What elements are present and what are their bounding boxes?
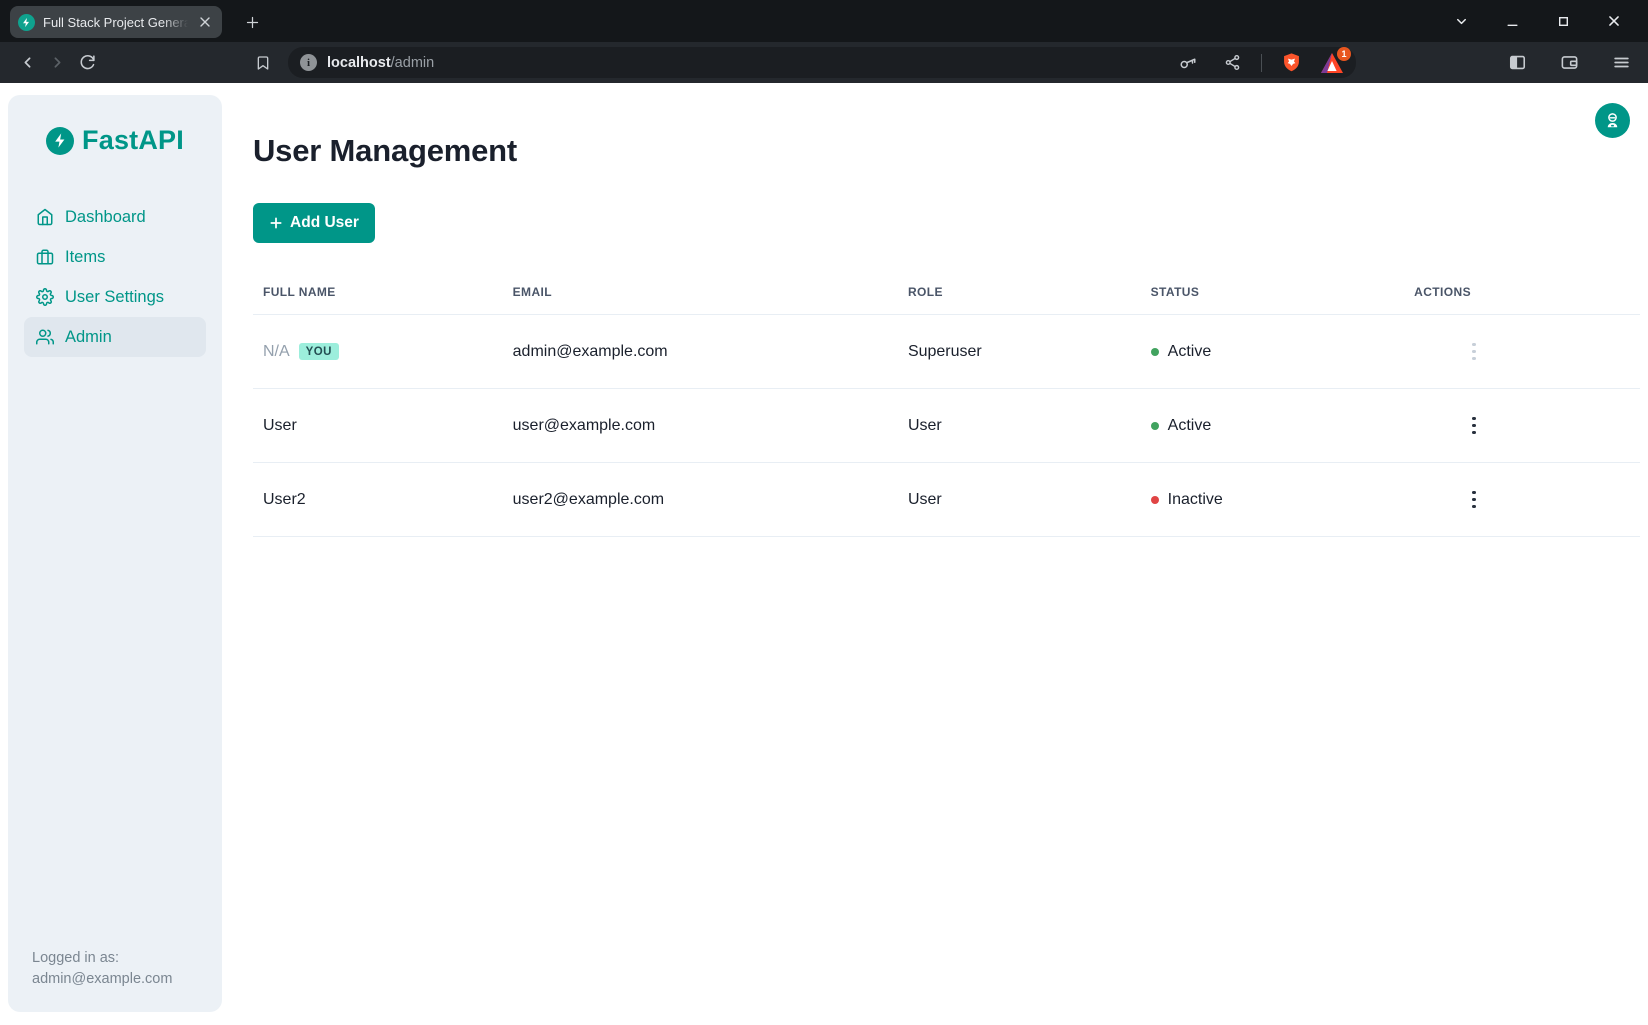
cell-email: admin@example.com — [503, 343, 898, 361]
logo-text: FastAPI — [82, 125, 184, 156]
cell-full-name: User — [253, 417, 503, 435]
sidebar-item-label: Admin — [65, 328, 112, 347]
cell-status: Active — [1141, 343, 1405, 361]
rewards-badge: 1 — [1337, 47, 1351, 61]
col-role: Role — [898, 267, 1141, 314]
cell-actions — [1404, 337, 1640, 366]
col-email: Email — [503, 267, 898, 314]
toolbar-divider — [1261, 54, 1262, 72]
cell-role: User — [898, 417, 1141, 435]
page-title: User Management — [253, 133, 1640, 169]
address-bar[interactable]: i localhost/admin 1 — [288, 47, 1356, 78]
sidebar-nav: Dashboard Items User Settings — [24, 197, 206, 357]
sidebar-item-label: User Settings — [65, 288, 164, 307]
share-icon[interactable] — [1217, 48, 1247, 78]
table-row: User user@example.com User Active — [253, 389, 1640, 463]
brave-shield-icon[interactable] — [1276, 48, 1306, 78]
plus-icon — [269, 216, 283, 230]
cell-actions — [1404, 411, 1640, 440]
wallet-icon[interactable] — [1554, 48, 1584, 78]
browser-tab[interactable]: Full Stack Project Genera — [10, 6, 222, 38]
forward-button[interactable] — [42, 48, 72, 78]
fastapi-favicon-icon — [18, 14, 35, 31]
brave-rewards-icon[interactable]: 1 — [1320, 52, 1344, 74]
users-table: Full Name Email Role Status Actions N/A … — [253, 267, 1640, 537]
cell-actions — [1404, 485, 1640, 514]
sidebar-item-label: Items — [65, 248, 105, 267]
status-dot — [1151, 422, 1159, 430]
back-button[interactable] — [12, 48, 42, 78]
row-actions-menu-icon[interactable] — [1466, 411, 1482, 440]
col-actions: Actions — [1404, 267, 1640, 314]
user-menu-button[interactable] — [1595, 103, 1630, 138]
gear-icon — [36, 288, 54, 306]
browser-toolbar: i localhost/admin 1 — [0, 42, 1648, 83]
cell-role: Superuser — [898, 343, 1141, 361]
sidebar-toggle-icon[interactable] — [1502, 48, 1532, 78]
add-user-button[interactable]: Add User — [253, 203, 375, 243]
table-header-row: Full Name Email Role Status Actions — [253, 267, 1640, 315]
sidebar-item-dashboard[interactable]: Dashboard — [24, 197, 206, 237]
tab-search-chevron-icon[interactable] — [1451, 11, 1471, 31]
cell-full-name: N/A YOU — [253, 343, 503, 361]
window-controls — [1451, 0, 1624, 42]
site-info-icon[interactable]: i — [300, 54, 317, 71]
url-text: localhost/admin — [327, 55, 434, 71]
row-actions-menu-icon[interactable] — [1466, 485, 1482, 514]
sidebar-item-user-settings[interactable]: User Settings — [24, 277, 206, 317]
tab-title: Full Stack Project Genera — [43, 15, 188, 30]
reload-button[interactable] — [72, 48, 102, 78]
menu-hamburger-icon[interactable] — [1606, 48, 1636, 78]
tab-strip: Full Stack Project Genera — [0, 0, 1648, 42]
browser-window: Full Stack Project Genera — [0, 0, 1648, 1025]
home-icon — [36, 208, 54, 226]
bookmark-icon[interactable] — [248, 48, 278, 78]
cell-status: Active — [1141, 417, 1405, 435]
cell-full-name: User2 — [253, 491, 503, 509]
fastapi-bolt-icon — [46, 127, 74, 155]
cell-status: Inactive — [1141, 491, 1405, 509]
table-row: N/A YOU admin@example.com Superuser Acti… — [253, 315, 1640, 389]
sidebar-item-admin[interactable]: Admin — [24, 317, 206, 357]
logged-in-info: Logged in as: admin@example.com — [32, 948, 172, 990]
cell-email: user2@example.com — [503, 491, 898, 509]
sidebar-item-items[interactable]: Items — [24, 237, 206, 277]
sidebar-item-label: Dashboard — [65, 208, 146, 227]
page-content: FastAPI Dashboard Items — [0, 83, 1648, 1025]
row-actions-menu-icon[interactable] — [1466, 337, 1482, 366]
toolbar-right-icons — [1502, 48, 1636, 78]
briefcase-icon — [36, 248, 54, 266]
users-icon — [36, 328, 54, 346]
fastapi-logo: FastAPI — [8, 125, 222, 156]
cell-role: User — [898, 491, 1141, 509]
status-dot — [1151, 348, 1159, 356]
tab-close-icon[interactable] — [196, 13, 214, 31]
sidebar: FastAPI Dashboard Items — [8, 95, 222, 1012]
new-tab-button[interactable] — [238, 8, 266, 36]
maximize-button[interactable] — [1553, 11, 1573, 31]
cell-email: user@example.com — [503, 417, 898, 435]
main-content: User Management Add User Full Name Email… — [253, 83, 1640, 1025]
close-window-button[interactable] — [1604, 11, 1624, 31]
col-full-name: Full Name — [253, 267, 503, 314]
password-key-icon[interactable] — [1173, 48, 1203, 78]
table-row: User2 user2@example.com User Inactive — [253, 463, 1640, 537]
astronaut-user-icon — [1603, 111, 1622, 130]
minimize-button[interactable] — [1502, 11, 1522, 31]
col-status: Status — [1141, 267, 1405, 314]
status-dot — [1151, 496, 1159, 504]
you-badge: YOU — [299, 343, 339, 360]
